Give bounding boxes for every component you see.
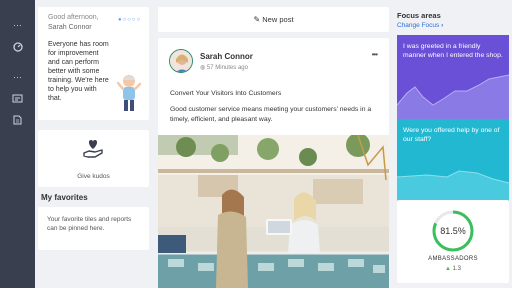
give-kudos-card[interactable]: Give kudos — [38, 130, 149, 187]
coach-illustration-icon — [117, 75, 141, 111]
focus-card-greeting[interactable]: I was greeted in a friendly manner when … — [397, 35, 509, 119]
new-post-button[interactable]: ✎ New post — [158, 7, 389, 32]
focus-card-offered-help[interactable]: Were you offered help by one of our staf… — [397, 119, 509, 201]
navigation-rail: ··· ··· — [0, 0, 35, 288]
more-icon[interactable]: ··· — [0, 72, 35, 82]
post-time-text: 57 Minutes ago — [206, 65, 248, 71]
carousel-dots[interactable]: ●○○○○ — [118, 17, 141, 23]
ambassadors-delta: ▲ 1.3 — [397, 266, 509, 272]
ambassadors-gauge: 81.5% — [432, 210, 474, 252]
post-time: ◍ 57 Minutes ago — [200, 64, 248, 71]
change-focus-link[interactable]: Change Focus › — [397, 22, 509, 29]
favorites-heading: My favorites — [41, 193, 88, 202]
user-name: Sarah Connor — [48, 24, 92, 31]
focus-areas-column: Focus areas Change Focus › I was greeted… — [397, 7, 509, 283]
pencil-icon: ✎ — [253, 15, 261, 24]
kudos-hand-heart-icon — [83, 140, 103, 158]
post-more-options-button[interactable]: ••• — [372, 50, 378, 59]
trend-up-icon: ▲ — [445, 266, 451, 272]
feed-post: Sarah Connor ◍ 57 Minutes ago ••• Conver… — [158, 38, 389, 288]
focus-areas-heading: Focus areas — [397, 11, 441, 20]
post-body: Good customer service means meeting your… — [170, 106, 372, 123]
post-author[interactable]: Sarah Connor — [200, 52, 253, 61]
ambassadors-delta-value: 1.3 — [452, 266, 461, 272]
ambassadors-label: AMBASSADORS — [428, 256, 478, 262]
coach-message: Everyone has room for improvement and ca… — [48, 41, 109, 102]
feed-column: ✎ New post Sarah Connor ◍ 57 Minutes ago… — [158, 7, 389, 288]
post-photo[interactable] — [158, 135, 389, 288]
favorites-empty-text: Your favorite tiles and reports can be p… — [47, 216, 132, 232]
ambassadors-percent: 81.5% — [440, 226, 466, 236]
favorites-card: Your favorite tiles and reports can be p… — [38, 207, 149, 250]
people-icon[interactable] — [0, 94, 35, 106]
globe-icon: ◍ — [200, 65, 206, 71]
change-focus-label: Change Focus — [397, 22, 440, 29]
give-kudos-label: Give kudos — [77, 173, 110, 180]
focus-trend-chart — [397, 170, 509, 201]
post-title: Convert Your Visitors Into Customers — [170, 90, 282, 97]
author-avatar[interactable] — [169, 49, 193, 73]
dashboard-icon[interactable] — [0, 42, 35, 54]
more-icon[interactable]: ··· — [0, 20, 35, 30]
focus-trend-chart — [397, 74, 509, 119]
ambassadors-card[interactable]: 81.5% AMBASSADORS ▲ 1.3 — [397, 200, 509, 283]
new-post-label: New post — [262, 15, 294, 24]
chevron-right-icon: › — [441, 22, 444, 29]
greeting-card: Good afternoon, ●○○○○ Sarah Connor Every… — [38, 7, 149, 120]
left-column: Good afternoon, ●○○○○ Sarah Connor Every… — [38, 7, 149, 250]
document-icon[interactable] — [0, 115, 35, 127]
